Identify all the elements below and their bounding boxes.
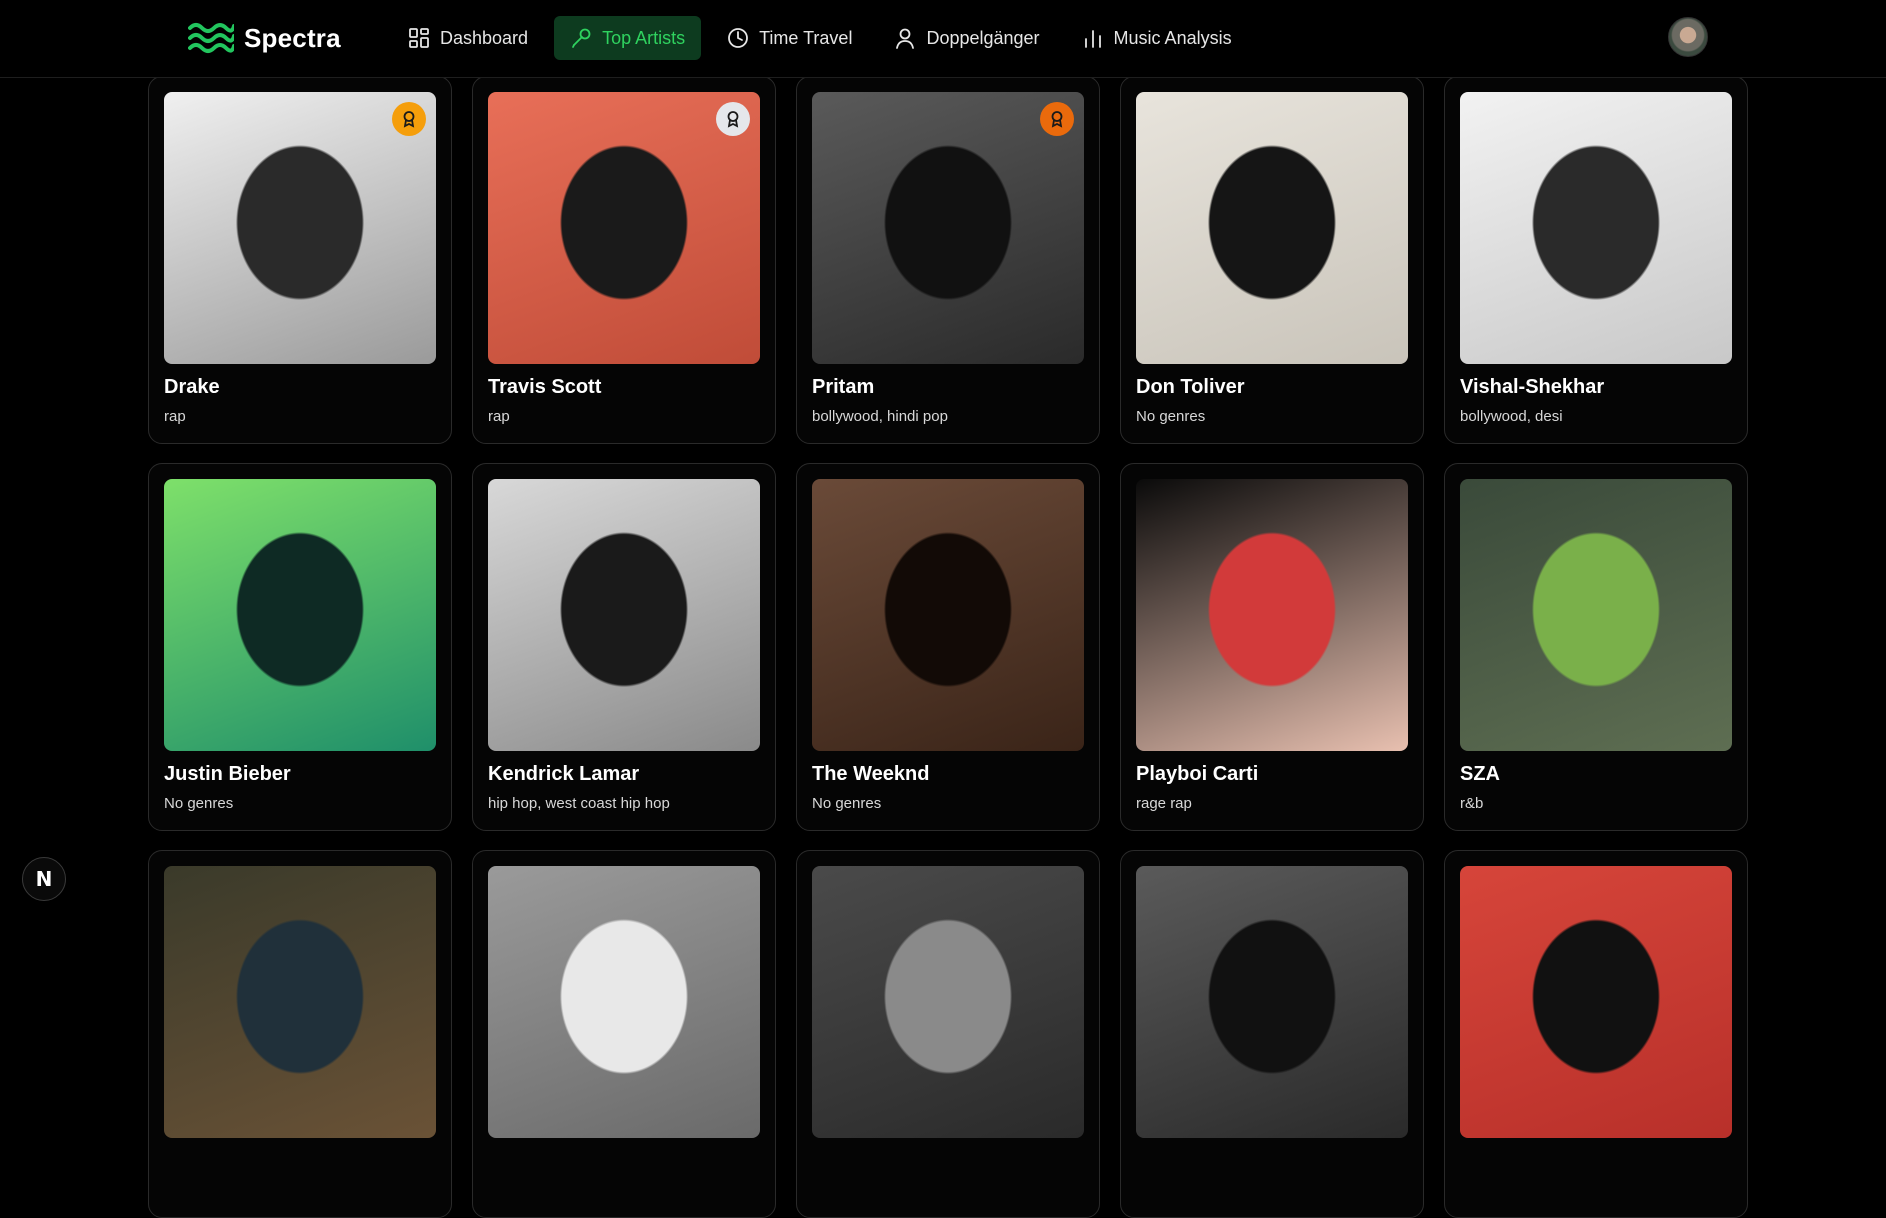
user-avatar[interactable] (1668, 17, 1708, 57)
dev-indicator-label: N (35, 867, 53, 891)
artist-name: SZA (1460, 763, 1500, 785)
nav-label: Music Analysis (1113, 27, 1232, 48)
nav-time-travel[interactable]: Time Travel (711, 16, 868, 60)
artist-card[interactable]: The Weeknd No genres (796, 463, 1100, 831)
nav-top-artists[interactable]: Top Artists (554, 16, 702, 60)
nav-label: Dashboard (440, 27, 529, 48)
artist-genres: hip hop, west coast hip hop (488, 795, 670, 812)
brand[interactable]: Spectra (188, 18, 341, 58)
brand-name: Spectra (244, 22, 341, 53)
artist-photo (1136, 92, 1408, 364)
artist-card[interactable] (148, 850, 452, 1218)
artist-genres: bollywood, desi (1460, 408, 1563, 425)
spectra-logo-icon (188, 23, 234, 53)
nav-label: Doppelgänger (926, 27, 1040, 48)
nav-label: Time Travel (759, 27, 853, 48)
artist-card[interactable]: Drake rap (148, 76, 452, 444)
artist-card[interactable]: Don Toliver No genres (1120, 76, 1424, 444)
nav-doppelg-nger[interactable]: Doppelgänger (878, 16, 1055, 60)
dashboard-grid-icon (408, 27, 430, 49)
microphone-icon (570, 27, 592, 49)
artist-card[interactable]: Travis Scott rap (472, 76, 776, 444)
artist-name: The Weeknd (812, 763, 930, 785)
artist-genres: rage rap (1136, 795, 1192, 812)
artist-name: Don Toliver (1136, 376, 1245, 398)
artist-card[interactable]: Justin Bieber No genres (148, 463, 452, 831)
artist-photo (488, 92, 760, 364)
dev-indicator-button[interactable]: N (22, 857, 66, 901)
artist-name: Justin Bieber (164, 763, 291, 785)
artist-photo (1460, 479, 1732, 751)
artist-name: Playboi Carti (1136, 763, 1259, 785)
artist-photo (812, 479, 1084, 751)
nav-dashboard[interactable]: Dashboard (392, 16, 544, 60)
user-icon (894, 27, 916, 49)
artist-photo (164, 479, 436, 751)
artist-card[interactable]: Kendrick Lamar hip hop, west coast hip ho… (472, 463, 776, 831)
artist-card[interactable]: Pritam bollywood, hindi pop (796, 76, 1100, 444)
artist-name: Drake (164, 376, 220, 398)
artist-name: Pritam (812, 376, 875, 398)
artist-photo (1136, 866, 1408, 1138)
nav-music-analysis[interactable]: Music Analysis (1066, 16, 1248, 60)
artist-photo (1460, 866, 1732, 1138)
artist-photo (812, 866, 1084, 1138)
artist-genres: No genres (1136, 408, 1206, 425)
artist-genres: No genres (812, 795, 882, 812)
artist-card[interactable] (796, 850, 1100, 1218)
rank-medal-icon (1040, 102, 1074, 136)
artist-photo (164, 866, 436, 1138)
artist-photo (1460, 92, 1732, 364)
artist-name: Kendrick Lamar (488, 763, 640, 785)
clock-icon (727, 27, 749, 49)
artist-name: Vishal-Shekhar (1460, 376, 1605, 398)
artist-card[interactable] (472, 850, 776, 1218)
artist-genres: r&b (1460, 795, 1484, 812)
artist-card[interactable]: Playboi Carti rage rap (1120, 463, 1424, 831)
top-navbar: Spectra Dashboard Top Artists Time Travel D… (0, 0, 1886, 78)
bar-chart-icon (1082, 27, 1104, 49)
artist-genres: No genres (164, 795, 234, 812)
artist-card[interactable]: Vishal-Shekhar bollywood, desi (1444, 76, 1748, 444)
rank-medal-icon (392, 102, 426, 136)
artist-genres: bollywood, hindi pop (812, 408, 948, 425)
artist-card[interactable] (1444, 850, 1748, 1218)
artist-photo (488, 479, 760, 751)
nav-label: Top Artists (602, 27, 686, 48)
artist-genres: rap (488, 408, 510, 425)
main-nav: Dashboard Top Artists Time Travel Doppelgän… (392, 16, 1248, 60)
rank-medal-icon (716, 102, 750, 136)
artist-card[interactable]: SZA r&b (1444, 463, 1748, 831)
artist-photo (812, 92, 1084, 364)
artist-genres: rap (164, 408, 186, 425)
artist-photo (164, 92, 436, 364)
artist-name: Travis Scott (488, 376, 602, 398)
artist-card[interactable] (1120, 850, 1424, 1218)
artist-photo (1136, 479, 1408, 751)
artist-photo (488, 866, 760, 1138)
